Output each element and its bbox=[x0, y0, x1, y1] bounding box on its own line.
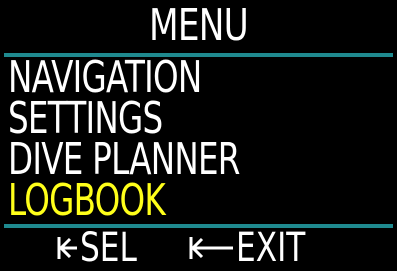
menu-list: NAVIGATION SETTINGS DIVE PLANNER LOGBOOK bbox=[8, 56, 388, 223]
bottom-divider bbox=[4, 224, 393, 228]
menu-item-dive-planner[interactable]: DIVE PLANNER bbox=[8, 138, 289, 182]
page-title: MENU bbox=[149, 0, 249, 51]
menu-item-settings[interactable]: SETTINGS bbox=[8, 97, 289, 141]
menu-item-navigation[interactable]: NAVIGATION bbox=[8, 56, 289, 100]
short-back-arrow-icon bbox=[57, 237, 77, 259]
select-label: SEL bbox=[80, 225, 137, 271]
exit-label: EXIT bbox=[236, 225, 306, 271]
select-button[interactable]: SEL bbox=[56, 225, 153, 271]
menu-item-logbook[interactable]: LOGBOOK bbox=[8, 179, 289, 223]
long-back-arrow-icon bbox=[189, 237, 233, 259]
menu-screen: MENU NAVIGATION SETTINGS DIVE PLANNER LO… bbox=[0, 0, 397, 268]
exit-button[interactable]: EXIT bbox=[188, 225, 325, 271]
softkey-bar: SEL EXIT bbox=[0, 225, 397, 271]
